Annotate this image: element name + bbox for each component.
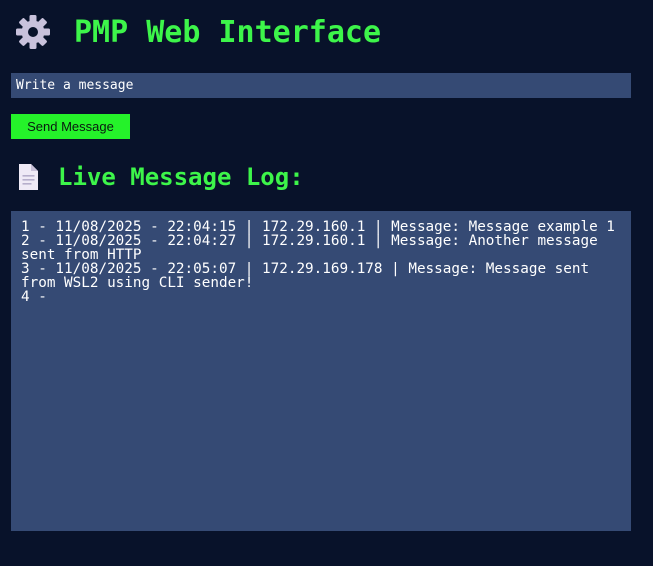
- log-header: Live Message Log:: [16, 160, 304, 194]
- message-log[interactable]: 1 - 11/08/2025 - 22:04:15 | 172.29.160.1…: [11, 211, 631, 531]
- log-entry: 2 - 11/08/2025 - 22:04:27 | 172.29.160.1…: [21, 233, 607, 263]
- gear-icon: [15, 14, 51, 50]
- log-entry: 3 - 11/08/2025 - 22:05:07 | 172.29.169.1…: [21, 261, 598, 291]
- page-header: PMP Web Interface: [15, 10, 381, 54]
- page-title: PMP Web Interface: [74, 14, 382, 50]
- log-entry: 1 - 11/08/2025 - 22:04:15 | 172.29.160.1…: [21, 219, 615, 235]
- log-title: Live Message Log:: [58, 163, 304, 191]
- send-message-button[interactable]: Send Message: [11, 114, 130, 139]
- log-entry: 4 -: [21, 289, 47, 305]
- message-input[interactable]: [11, 73, 631, 98]
- document-icon: [16, 163, 40, 191]
